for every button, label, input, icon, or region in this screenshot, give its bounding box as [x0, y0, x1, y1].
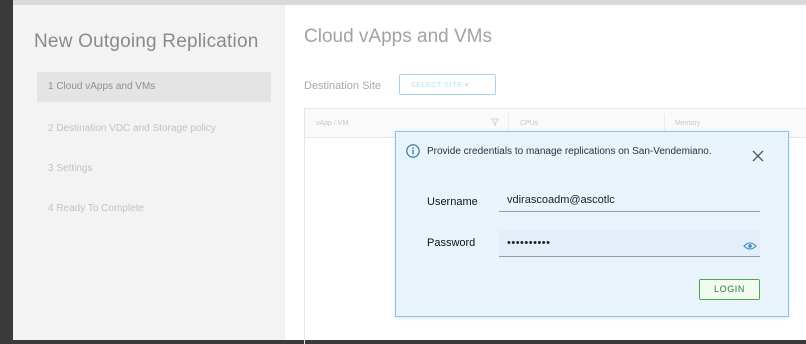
password-field-wrapper — [499, 230, 760, 257]
credentials-popup: Provide credentials to manage replicatio… — [395, 131, 789, 317]
login-button[interactable]: LOGIN — [699, 279, 760, 300]
eye-icon[interactable] — [743, 238, 757, 250]
wizard-step-1[interactable]: 1 Cloud vApps and VMs — [37, 72, 271, 102]
username-field[interactable] — [499, 189, 760, 212]
column-header-memory[interactable]: Memory — [675, 120, 700, 127]
info-icon — [406, 144, 420, 158]
password-label: Password — [427, 237, 476, 249]
column-header-vapp-vm[interactable]: vApp / VM — [316, 120, 348, 127]
filter-icon[interactable] — [490, 118, 500, 126]
credentials-message: Provide credentials to manage replicatio… — [427, 145, 727, 159]
close-icon[interactable] — [752, 149, 764, 162]
wizard-title: New Outgoing Replication — [34, 31, 259, 52]
wizard-step-4[interactable]: 4 Ready To Complete — [37, 194, 271, 224]
message-suffix: . — [708, 146, 712, 157]
message-prefix: Provide credentials to manage replicatio… — [427, 146, 633, 157]
screen-frame: New Outgoing Replication 1 Cloud vApps a… — [0, 0, 806, 344]
password-field[interactable] — [499, 230, 734, 256]
select-site-button[interactable]: SELECT SITE ▾ — [399, 74, 496, 95]
page-title: Cloud vApps and VMs — [304, 26, 492, 47]
destination-site-label: Destination Site — [304, 80, 382, 92]
site-name: San-Vendemiano — [632, 146, 709, 157]
wizard-step-2[interactable]: 2 Destination VDC and Storage policy — [37, 114, 271, 144]
column-header-cpus[interactable]: CPUs — [520, 120, 538, 127]
wizard-step-3[interactable]: 3 Settings — [37, 154, 271, 184]
username-label: Username — [427, 196, 478, 208]
wizard-sidebar: New Outgoing Replication 1 Cloud vApps a… — [13, 5, 285, 340]
